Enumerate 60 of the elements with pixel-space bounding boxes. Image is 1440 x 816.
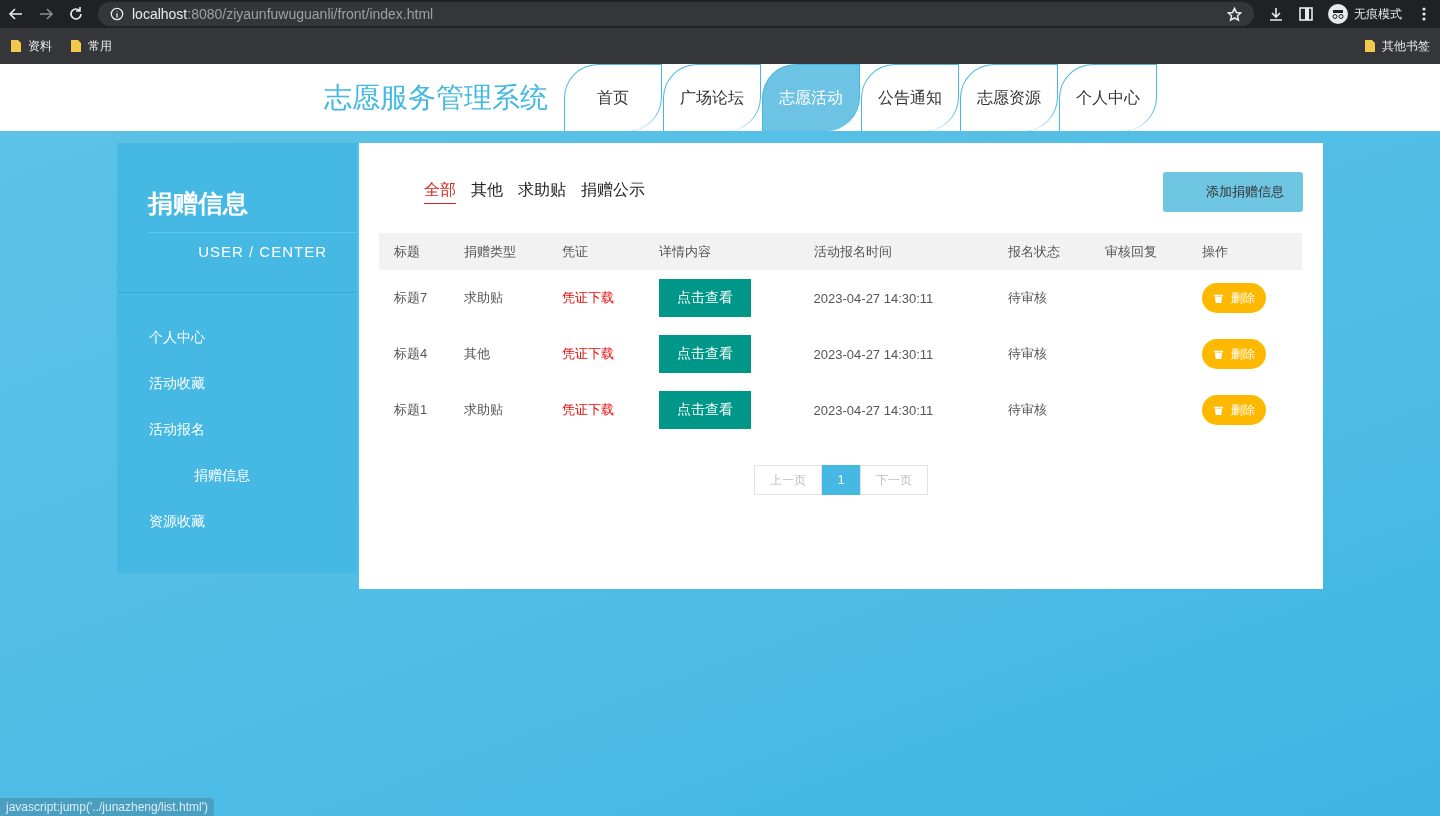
- column-header: 捐赠类型: [449, 233, 547, 270]
- download-link[interactable]: 凭证下载: [561, 290, 614, 305]
- table-cell: 标题4: [394, 346, 428, 361]
- sidebar-subtitle: USER / CENTER: [198, 243, 327, 260]
- star-icon[interactable]: [1227, 6, 1242, 22]
- filter-tab[interactable]: 求助贴: [518, 180, 566, 204]
- table-cell: 待审核: [1007, 290, 1047, 305]
- nav-tab[interactable]: 公告通知: [861, 64, 959, 131]
- incognito-icon: [1328, 4, 1348, 24]
- bookmark[interactable]: 资料: [28, 37, 52, 55]
- bookmark[interactable]: 常用: [88, 37, 112, 55]
- trash-icon: [1213, 404, 1225, 416]
- view-button[interactable]: 点击查看: [659, 391, 752, 429]
- nav-tab[interactable]: 志愿资源: [960, 64, 1058, 131]
- column-header: 凭证: [546, 233, 645, 270]
- table-cell: 待审核: [1007, 402, 1047, 417]
- forward-icon[interactable]: [38, 6, 54, 22]
- profile-label[interactable]: 无痕模式: [1354, 5, 1402, 23]
- column-header: 活动报名时间: [798, 233, 993, 270]
- trash-icon: [1213, 348, 1225, 360]
- column-header: 报名状态: [992, 233, 1091, 270]
- folder-icon: [70, 39, 82, 53]
- info-icon: [110, 7, 124, 21]
- nav-tab[interactable]: 个人中心: [1059, 64, 1157, 131]
- status-bar: javascript:jump('../junazheng/list.html'): [0, 798, 214, 816]
- reload-icon[interactable]: [68, 6, 84, 22]
- table-cell: 2023-04-27 14:30:11: [813, 290, 934, 306]
- nav-tab[interactable]: 广场论坛: [663, 64, 761, 131]
- view-button[interactable]: 点击查看: [659, 335, 752, 373]
- table-cell: 求助贴: [464, 402, 504, 417]
- download-link[interactable]: 凭证下载: [561, 346, 614, 361]
- table-cell: 标题1: [394, 402, 428, 417]
- column-header: 详情内容: [644, 233, 799, 270]
- table-cell: 其他: [464, 346, 491, 361]
- view-button[interactable]: 点击查看: [659, 279, 752, 317]
- url-text: localhost:8080/ziyaunfuwuguanli/front/index.html: [132, 6, 434, 22]
- table-cell: 求助贴: [464, 290, 504, 305]
- table-cell: 待审核: [1007, 346, 1047, 361]
- filter-tab[interactable]: 全部: [424, 180, 456, 204]
- folder-icon: [10, 39, 22, 53]
- sidebar-title: 捐赠信息: [148, 188, 248, 219]
- sidebar-icon[interactable]: [1298, 6, 1314, 22]
- trash-icon: [1213, 292, 1225, 304]
- table-cell: 2023-04-27 14:30:11: [813, 346, 934, 362]
- column-header: 操作: [1187, 233, 1302, 270]
- column-header: 标题: [379, 233, 450, 270]
- column-header: 审核回复: [1090, 233, 1188, 270]
- add-button[interactable]: 添加捐赠信息: [1163, 172, 1303, 212]
- folder-icon: [1364, 39, 1376, 53]
- nav-tab[interactable]: 首页: [564, 64, 662, 131]
- address-bar[interactable]: localhost:8080/ziyaunfuwuguanli/front/index.html: [98, 2, 1254, 26]
- back-icon[interactable]: [8, 6, 24, 22]
- site-title: 志愿服务管理系统: [324, 80, 548, 115]
- bookmark[interactable]: 其他书签: [1382, 37, 1430, 55]
- download-icon[interactable]: [1268, 6, 1284, 22]
- table-cell: 标题7: [394, 290, 428, 305]
- download-link[interactable]: 凭证下载: [561, 402, 614, 417]
- filter-tab[interactable]: 其他: [471, 180, 503, 204]
- filter-tab[interactable]: 捐赠公示: [581, 180, 645, 204]
- table-cell: 2023-04-27 14:30:11: [813, 402, 934, 418]
